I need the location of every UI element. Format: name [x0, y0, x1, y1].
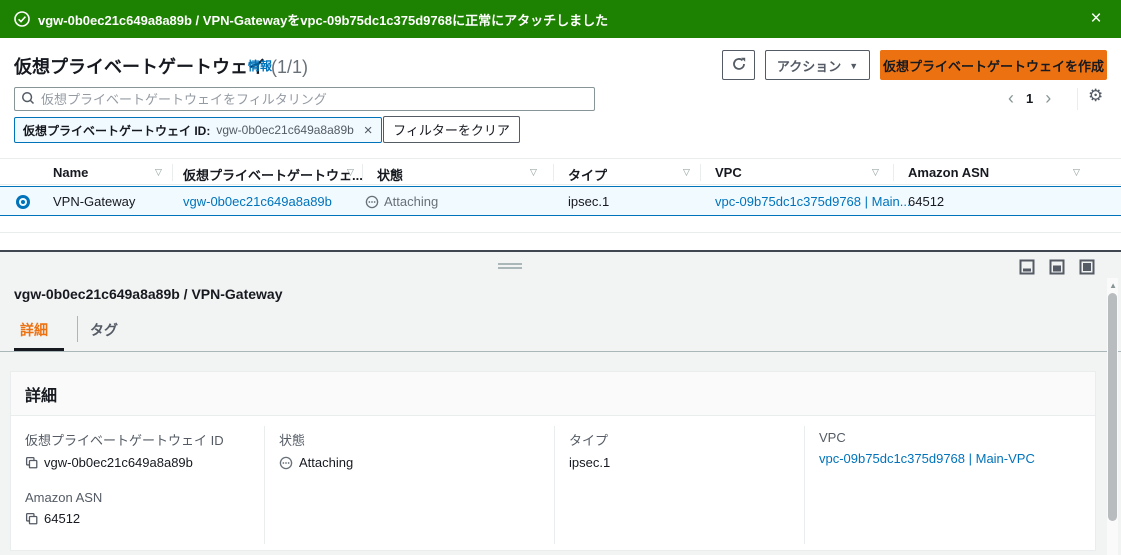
tab-details[interactable]: 詳細: [20, 320, 48, 340]
cell-asn: 64512: [908, 194, 944, 209]
state-value: Attaching: [299, 455, 353, 470]
details-card-body: 仮想プライベートゲートウェイ ID vgw-0b0ec21c649a8a89b …: [11, 416, 1095, 551]
actions-dropdown-button[interactable]: アクション ▼: [765, 50, 870, 80]
panel-tabs: 詳細 タグ: [0, 312, 1121, 352]
type-value: ipsec.1: [569, 455, 610, 470]
sort-icon[interactable]: ▽: [872, 167, 879, 178]
refresh-button[interactable]: [722, 50, 755, 80]
sort-icon[interactable]: ▽: [155, 167, 162, 178]
cell-vgw-id-link[interactable]: vgw-0b0ec21c649a8a89b: [183, 194, 332, 209]
type-label: タイプ: [569, 430, 610, 449]
pagination-prev-icon[interactable]: ‹: [1008, 88, 1014, 108]
split-panel-drag-handle[interactable]: [498, 263, 522, 271]
asn-value: 64512: [44, 511, 80, 526]
filter-token-value: vgw-0b0ec21c649a8a89b: [216, 123, 353, 137]
row-radio-selected[interactable]: [16, 195, 30, 209]
panel-layout-buttons: [1019, 259, 1095, 275]
filter-search-box[interactable]: [14, 87, 595, 111]
filter-token: 仮想プライベートゲートウェイ ID: vgw-0b0ec21c649a8a89b…: [14, 117, 382, 143]
field-column-divider: [554, 426, 555, 544]
scrollbar-thumb[interactable]: [1108, 293, 1117, 521]
vpc-label: VPC: [819, 430, 1035, 445]
sort-icon[interactable]: ▽: [530, 167, 537, 178]
vgw-id-label: 仮想プライベートゲートウェイ ID: [25, 430, 224, 449]
copy-icon[interactable]: [25, 512, 38, 525]
details-card: 詳細 仮想プライベートゲートウェイ ID vgw: [10, 371, 1096, 551]
panel-position-split-icon[interactable]: [1049, 259, 1065, 275]
page-title-text: 仮想プライベートゲートウェイ: [14, 57, 266, 77]
pagination-divider: [1077, 88, 1078, 110]
column-divider: [700, 164, 701, 181]
state-text: Attaching: [384, 194, 438, 209]
col-type[interactable]: タイプ: [568, 165, 607, 184]
banner-message: vgw-0b0ec21c649a8a89b / VPN-Gatewayをvpc-…: [38, 10, 608, 29]
panel-title: vgw-0b0ec21c649a8a89b / VPN-Gateway: [14, 286, 283, 302]
col-vgw-id[interactable]: 仮想プライベートゲートウェ...: [183, 165, 363, 184]
field-column-divider: [264, 426, 265, 544]
panel-position-full-icon[interactable]: [1079, 259, 1095, 275]
column-divider: [893, 164, 894, 181]
vpc-link[interactable]: vpc-09b75dc1c375d9768 | Main-VPC: [819, 451, 1035, 466]
pagination-next-icon[interactable]: ›: [1045, 88, 1051, 108]
pending-status-icon: [365, 195, 379, 209]
search-input[interactable]: [41, 92, 588, 107]
cell-name: VPN-Gateway: [53, 194, 135, 209]
cell-type: ipsec.1: [568, 194, 609, 209]
vpc-console-virtual-private-gateways-page: vgw-0b0ec21c649a8a89b / VPN-Gatewayをvpc-…: [0, 0, 1121, 555]
sort-icon[interactable]: ▽: [347, 167, 354, 178]
state-label: 状態: [279, 430, 353, 449]
tab-tags[interactable]: タグ: [90, 320, 118, 340]
field-col-2: 状態 Attaching: [279, 430, 353, 470]
preferences-gear-icon[interactable]: ⚙: [1088, 86, 1103, 106]
column-divider: [362, 164, 363, 181]
actions-label: アクション: [777, 56, 841, 75]
split-panel: vgw-0b0ec21c649a8a89b / VPN-Gateway 詳細 タ…: [0, 250, 1121, 555]
success-flash-banner: vgw-0b0ec21c649a8a89b / VPN-Gatewayをvpc-…: [0, 0, 1121, 38]
asn-label: Amazon ASN: [25, 490, 224, 505]
col-vpc[interactable]: VPC: [715, 165, 742, 180]
field-col-4: VPC vpc-09b75dc1c375d9768 | Main-VPC: [819, 430, 1035, 466]
panel-position-bottom-icon[interactable]: [1019, 259, 1035, 275]
filter-token-close-icon[interactable]: ×: [364, 123, 373, 138]
pagination: ‹ 1 ›: [1008, 88, 1051, 108]
pending-status-icon: [279, 456, 293, 470]
search-icon: [21, 91, 35, 108]
table-row[interactable]: VPN-Gateway vgw-0b0ec21c649a8a89b Attach…: [0, 186, 1121, 216]
column-divider: [553, 164, 554, 181]
caret-down-icon: ▼: [849, 61, 858, 71]
info-link[interactable]: 情報: [248, 57, 272, 74]
col-state[interactable]: 状態: [377, 165, 403, 184]
create-vgw-button[interactable]: 仮想プライベートゲートウェイを作成: [880, 50, 1107, 80]
section-divider: [0, 232, 1121, 233]
sort-icon[interactable]: ▽: [683, 167, 690, 178]
details-card-title: 詳細: [11, 372, 1095, 416]
field-col-1: 仮想プライベートゲートウェイ ID vgw-0b0ec21c649a8a89b …: [25, 430, 224, 526]
field-col-3: タイプ ipsec.1: [569, 430, 610, 470]
field-column-divider: [804, 426, 805, 544]
resource-count: (1/1): [271, 57, 308, 77]
sort-icon[interactable]: ▽: [1073, 167, 1080, 178]
column-divider: [172, 164, 173, 181]
refresh-icon: [731, 56, 747, 75]
vgw-id-value: vgw-0b0ec21c649a8a89b: [44, 455, 193, 470]
scrollbar-up-icon[interactable]: ▲: [1109, 281, 1117, 290]
clear-filters-button[interactable]: フィルターをクリア: [383, 116, 520, 143]
pagination-page-1[interactable]: 1: [1026, 91, 1033, 106]
tabs-bottom-rule: [0, 351, 1121, 352]
copy-icon[interactable]: [25, 456, 38, 469]
cell-state: Attaching: [365, 194, 438, 209]
tab-divider: [77, 316, 78, 342]
banner-close-icon[interactable]: ×: [1083, 6, 1109, 32]
col-name[interactable]: Name: [53, 165, 88, 180]
filter-token-label: 仮想プライベートゲートウェイ ID:: [23, 122, 210, 139]
cell-vpc-link[interactable]: vpc-09b75dc1c375d9768 | Main...: [715, 194, 911, 209]
table-header: Name ▽ 仮想プライベートゲートウェ... ▽ 状態 ▽ タイプ ▽ VPC…: [0, 158, 1121, 185]
success-check-icon: [14, 11, 30, 27]
col-asn[interactable]: Amazon ASN: [908, 165, 989, 180]
